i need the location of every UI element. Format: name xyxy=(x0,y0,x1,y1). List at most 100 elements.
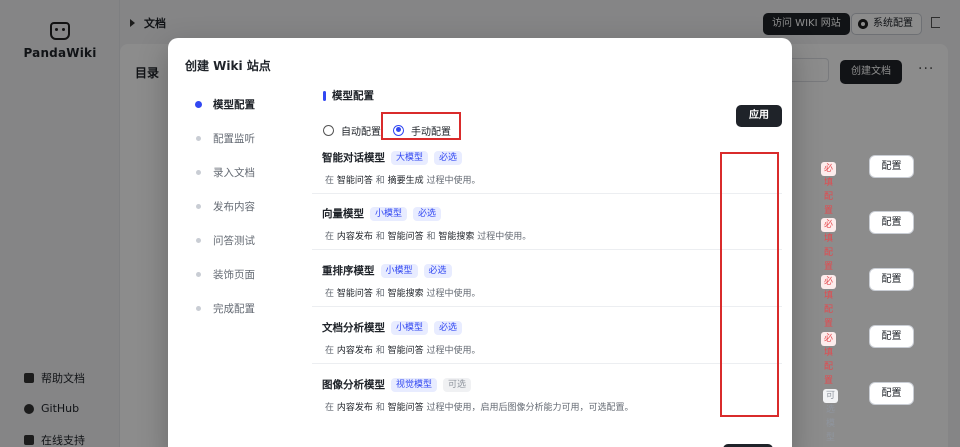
optional-badge: 可选 xyxy=(443,377,472,392)
model-name: 图像分析模型 xyxy=(322,379,385,391)
radio-auto-config[interactable]: 自动配置 xyxy=(323,123,381,138)
step-dot-icon xyxy=(196,135,201,141)
step-label: 模型配置 xyxy=(213,98,255,111)
model-name: 重排序模型 xyxy=(322,265,375,277)
desc-highlight: 内容发布 xyxy=(336,403,373,413)
model-name: 智能对话模型 xyxy=(322,152,385,164)
step-decorate[interactable]: 装饰页面 xyxy=(196,257,255,291)
desc-highlight: 内容发布 xyxy=(336,232,373,242)
required-badge: 必选 xyxy=(434,150,463,165)
step-label: 发布内容 xyxy=(213,200,255,213)
desc-highlight: 智能搜索 xyxy=(438,232,475,242)
step-dot-icon xyxy=(195,100,202,108)
status-badge: 必填配置 xyxy=(821,162,837,216)
desc-highlight: 智能问答 xyxy=(387,403,424,413)
model-name-row: 图像分析模型 视觉模型 可选 xyxy=(322,377,472,392)
step-dot-icon xyxy=(196,237,201,243)
step-dot-icon xyxy=(196,271,201,277)
model-name: 文档分析模型 xyxy=(322,322,385,334)
radio-label: 自动配置 xyxy=(341,126,381,138)
desc-text: 过程中使用。 xyxy=(423,346,481,356)
step-finish[interactable]: 完成配置 xyxy=(196,291,255,325)
required-badge: 必选 xyxy=(423,263,452,278)
step-publish[interactable]: 发布内容 xyxy=(196,189,255,223)
configure-button[interactable]: 配置 xyxy=(869,382,914,405)
model-type-tag: 视觉模型 xyxy=(391,377,438,392)
desc-text: 和 xyxy=(372,346,388,356)
desc-highlight: 智能问答 xyxy=(336,176,373,186)
step-label: 录入文档 xyxy=(213,166,255,179)
model-description: 在 内容发布 和 智能问答 和 智能搜索 过程中使用。 xyxy=(325,229,531,242)
model-row-chat: 智能对话模型 大模型 必选 在 智能问答 和 摘要生成 过程中使用。 必填配置 … xyxy=(312,141,914,216)
step-listen-config[interactable]: 配置监听 xyxy=(196,121,255,155)
status-badge: 必填配置 xyxy=(821,218,837,272)
desc-text: 过程中使用。 xyxy=(474,232,532,242)
model-name-row: 重排序模型 小模型 必选 xyxy=(322,263,452,278)
section-title: 模型配置 xyxy=(332,90,374,102)
model-row-image-analysis: 图像分析模型 视觉模型 可选 在 内容发布 和 智能问答 过程中使用，启用后图像… xyxy=(312,368,914,443)
desc-text: 在 xyxy=(325,346,337,356)
model-type-tag: 小模型 xyxy=(370,206,408,221)
model-description: 在 内容发布 和 智能问答 过程中使用，启用后图像分析能力可用，可选配置。 xyxy=(325,400,634,413)
desc-text: 在 xyxy=(325,289,337,299)
highlight-manual-config xyxy=(381,112,461,140)
create-wiki-modal: 创建 Wiki 站点 模型配置 配置监听 录入文档 发布内容 问答测试 装饰页面… xyxy=(168,38,914,447)
model-description: 在 智能问答 和 摘要生成 过程中使用。 xyxy=(325,173,481,186)
status-badge: 必填配置 xyxy=(821,332,837,386)
desc-text: 在 xyxy=(325,403,337,413)
step-label: 问答测试 xyxy=(213,234,255,247)
required-badge: 必选 xyxy=(434,320,463,335)
status-badge: 必填配置 xyxy=(821,275,837,329)
section-accent-bar xyxy=(323,90,326,101)
step-label: 完成配置 xyxy=(213,302,255,315)
step-dot-icon xyxy=(196,305,201,311)
desc-highlight: 智能问答 xyxy=(387,232,424,242)
highlight-configure-buttons xyxy=(720,152,779,417)
model-description: 在 内容发布 和 智能问答 过程中使用。 xyxy=(325,343,481,356)
configure-button[interactable]: 配置 xyxy=(869,325,914,348)
model-description: 在 智能问答 和 智能搜索 过程中使用。 xyxy=(325,286,481,299)
step-qa-test[interactable]: 问答测试 xyxy=(196,223,255,257)
step-model-config[interactable]: 模型配置 xyxy=(195,87,255,121)
status-badge: 可选模型 xyxy=(823,389,839,443)
desc-text: 在 xyxy=(325,232,337,242)
model-row-rerank: 重排序模型 小模型 必选 在 智能问答 和 智能搜索 过程中使用。 必填配置 配… xyxy=(312,254,914,329)
section-heading: 模型配置 xyxy=(323,88,374,103)
step-dot-icon xyxy=(196,169,201,175)
step-dot-icon xyxy=(196,203,201,209)
model-type-tag: 小模型 xyxy=(391,320,429,335)
model-type-tag: 小模型 xyxy=(380,263,418,278)
step-import-docs[interactable]: 录入文档 xyxy=(196,155,255,189)
step-list: 模型配置 配置监听 录入文档 发布内容 问答测试 装饰页面 完成配置 xyxy=(195,87,255,325)
model-name-row: 向量模型 小模型 必选 xyxy=(322,206,442,221)
model-type-tag: 大模型 xyxy=(391,150,429,165)
desc-text: 和 xyxy=(372,176,388,186)
step-label: 装饰页面 xyxy=(213,268,255,281)
desc-text: 在 xyxy=(325,176,337,186)
desc-highlight: 智能搜索 xyxy=(387,289,424,299)
apply-button[interactable]: 应用 xyxy=(736,105,782,127)
desc-text: 和 xyxy=(372,289,388,299)
step-label: 配置监听 xyxy=(213,132,255,145)
modal-title: 创建 Wiki 站点 xyxy=(185,59,271,73)
configure-button[interactable]: 配置 xyxy=(869,211,914,234)
desc-text: 和 xyxy=(423,232,439,242)
desc-text: 和 xyxy=(372,403,388,413)
model-row-embedding: 向量模型 小模型 必选 在 内容发布 和 智能问答 和 智能搜索 过程中使用。 … xyxy=(312,197,914,272)
desc-highlight: 摘要生成 xyxy=(387,176,424,186)
model-name: 向量模型 xyxy=(322,208,364,220)
required-badge: 必选 xyxy=(413,206,442,221)
desc-highlight: 智能问答 xyxy=(336,289,373,299)
desc-text: 过程中使用。 xyxy=(423,176,481,186)
desc-highlight: 内容发布 xyxy=(336,346,373,356)
desc-text: 过程中使用。 xyxy=(423,289,481,299)
desc-text: 和 xyxy=(372,232,388,242)
radio-unchecked-icon xyxy=(323,124,334,136)
desc-highlight: 智能问答 xyxy=(387,346,424,356)
configure-button[interactable]: 配置 xyxy=(869,155,914,178)
model-row-doc-analysis: 文档分析模型 小模型 必选 在 内容发布 和 智能问答 过程中使用。 必填配置 … xyxy=(312,311,914,386)
configure-button[interactable]: 配置 xyxy=(869,268,914,291)
model-name-row: 智能对话模型 大模型 必选 xyxy=(322,150,463,165)
model-name-row: 文档分析模型 小模型 必选 xyxy=(322,320,463,335)
desc-text: 过程中使用，启用后图像分析能力可用，可选配置。 xyxy=(423,403,634,413)
